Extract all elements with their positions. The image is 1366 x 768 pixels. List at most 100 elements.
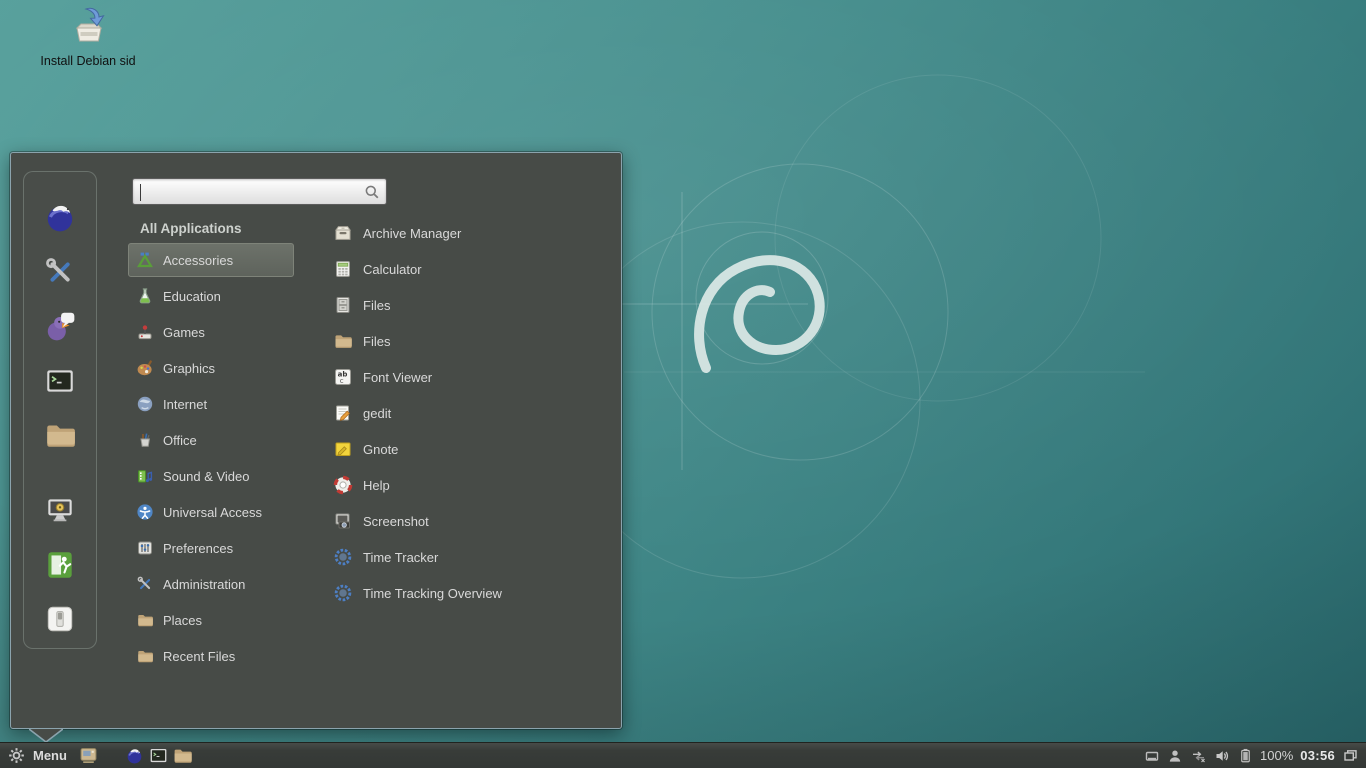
favorites-panel [23,171,97,649]
internet-icon [136,395,154,413]
terminal-icon [43,364,77,398]
svg-text:c: c [340,377,344,385]
places-folder-icon [136,611,154,629]
category-places[interactable]: Places [128,603,294,637]
category-label: Preferences [163,541,233,556]
show-desktop-button[interactable] [77,743,101,768]
category-label: Education [163,289,221,304]
category-sound-video[interactable]: Sound & Video [128,459,294,493]
screenshot-icon [333,511,353,531]
menu-button[interactable]: Menu [0,743,77,768]
app-gnote[interactable]: Gnote [324,431,624,467]
accessories-icon [136,251,154,269]
network-icon [1190,748,1207,764]
favorite-firefox-browser-button[interactable] [40,197,80,237]
launcher-file-manager[interactable] [171,743,195,768]
category-recent-files[interactable]: Recent Files [128,639,294,673]
app-time-tracker[interactable]: Time Tracker [324,539,624,575]
app-label: Calculator [363,262,422,277]
menu-pointer [29,729,63,743]
folder-icon [333,331,353,351]
preferences-icon [136,539,154,557]
tray-window-button[interactable] [1144,743,1160,768]
window-list-button[interactable] [1342,743,1359,768]
category-administration[interactable]: Administration [128,567,294,601]
archive-manager-icon [333,223,353,243]
category-preferences[interactable]: Preferences [128,531,294,565]
application-menu: All Applications Accessories Education [10,152,622,729]
battery-button[interactable] [1238,743,1253,768]
app-time-tracking-overview[interactable]: Time Tracking Overview [324,575,624,611]
tray-window-icon [1144,748,1160,764]
app-label: Time Tracker [363,550,438,565]
favorite-lock-screen-button[interactable] [40,490,80,530]
app-font-viewer[interactable]: ab c Font Viewer [324,359,624,395]
category-label: Graphics [163,361,215,376]
category-accessories[interactable]: Accessories [128,243,294,277]
app-calculator[interactable]: Calculator [324,251,624,287]
log-out-icon [43,548,77,582]
education-icon [136,287,154,305]
file-manager-icon [43,418,77,452]
firefox-browser-icon [125,746,144,765]
category-label: Sound & Video [163,469,250,484]
app-gedit[interactable]: gedit [324,395,624,431]
lock-screen-icon [43,493,77,527]
app-help[interactable]: Help [324,467,624,503]
network-button[interactable] [1190,743,1207,768]
show-desktop-icon [79,746,98,765]
category-education[interactable]: Education [128,279,294,313]
shut-down-icon [43,602,77,636]
app-label: gedit [363,406,391,421]
category-office[interactable]: Office [128,423,294,457]
app-screenshot[interactable]: Screenshot [324,503,624,539]
sound-video-icon [136,467,154,485]
magnifier-icon [364,184,380,200]
app-label: Help [363,478,390,493]
app-archive-manager[interactable]: Archive Manager [324,215,624,251]
category-label: Office [163,433,197,448]
installer-icon [65,6,111,48]
battery-icon [1238,747,1253,764]
desktop: Install Debian sid [0,0,1366,768]
volume-icon [1214,748,1231,764]
favorite-file-manager-button[interactable] [40,415,80,455]
favorite-shut-down-button[interactable] [40,599,80,639]
category-universal-access[interactable]: Universal Access [128,495,294,529]
volume-button[interactable] [1214,743,1231,768]
file-cabinet-icon [333,295,353,315]
category-list: Accessories Education Games [128,243,294,675]
launcher-firefox-browser[interactable] [123,743,147,768]
games-icon [136,323,154,341]
all-applications-label: All Applications [140,221,242,236]
category-label: Accessories [163,253,233,268]
calculator-icon [333,259,353,279]
category-graphics[interactable]: Graphics [128,351,294,385]
administration-icon [136,575,154,593]
window-stack-icon [1342,748,1359,764]
app-files-cabinet[interactable]: Files [324,287,624,323]
user-accounts-button[interactable] [1167,743,1183,768]
app-label: Screenshot [363,514,429,529]
launcher-terminal[interactable] [147,743,171,768]
app-label: Font Viewer [363,370,432,385]
gnote-icon [333,439,353,459]
category-internet[interactable]: Internet [128,387,294,421]
category-label: Places [163,613,202,628]
terminal-icon [148,745,169,766]
favorite-log-out-button[interactable] [40,545,80,585]
clock-label[interactable]: 03:56 [1300,748,1335,763]
favorite-pidgin-messenger-button[interactable] [40,306,80,346]
favorite-system-tools-button[interactable] [40,252,80,292]
search-input[interactable] [139,181,354,202]
app-files-folder[interactable]: Files [324,323,624,359]
recent-files-folder-icon [136,647,154,665]
time-tracking-overview-icon [333,583,353,603]
office-icon [136,431,154,449]
category-games[interactable]: Games [128,315,294,349]
gedit-icon [333,403,353,423]
app-label: Archive Manager [363,226,461,241]
text-caret [140,184,141,201]
favorite-terminal-button[interactable] [40,361,80,401]
desktop-icon-install-debian-sid[interactable]: Install Debian sid [26,6,150,68]
